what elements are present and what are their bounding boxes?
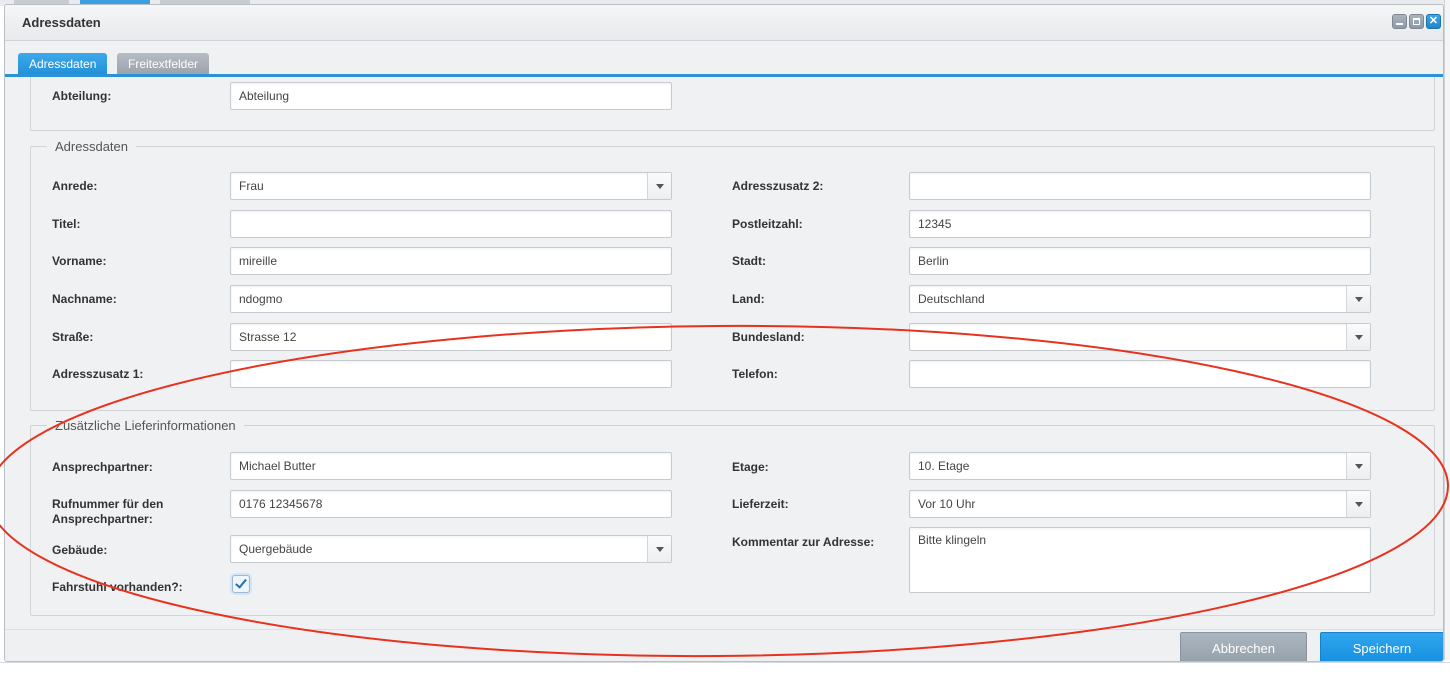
- form-content[interactable]: Abteilung: Abteilung Adressdaten Anrede:…: [5, 77, 1443, 629]
- background-app-edge: [1444, 0, 1450, 660]
- label-lieferzeit: Lieferzeit:: [732, 497, 789, 511]
- gebaeude-select[interactable]: Quergebäude: [230, 535, 672, 563]
- dialog-footer: Abbrechen Speichern: [5, 629, 1443, 661]
- nachname-input[interactable]: ndogmo: [230, 285, 672, 313]
- cancel-button[interactable]: Abbrechen: [1180, 632, 1307, 661]
- label-adresszusatz-1: Adresszusatz 1:: [52, 367, 144, 381]
- close-icon[interactable]: ✕: [1426, 14, 1441, 29]
- dialog-titlebar[interactable]: Adressdaten ✕: [5, 5, 1443, 41]
- label-telefon: Telefon:: [732, 367, 778, 381]
- label-kommentar: Kommentar zur Adresse:: [732, 535, 875, 549]
- stadt-input[interactable]: Berlin: [909, 247, 1371, 275]
- rufnummer-input[interactable]: 0176 12345678: [230, 490, 672, 518]
- label-anrede: Anrede:: [52, 179, 98, 193]
- kommentar-textarea[interactable]: Bitte klingeln: [909, 527, 1371, 593]
- label-strasse: Straße:: [52, 330, 94, 344]
- anrede-select[interactable]: Frau: [230, 172, 672, 200]
- strasse-input[interactable]: Strasse 12: [230, 323, 672, 351]
- tab-adressdaten[interactable]: Adressdaten: [18, 53, 108, 75]
- dialog-title: Adressdaten: [22, 15, 101, 30]
- label-rufnummer-line2: Ansprechpartner:: [52, 512, 153, 526]
- chevron-down-icon[interactable]: [647, 536, 671, 562]
- gebaeude-value: Quergebäude: [239, 542, 313, 556]
- label-rufnummer: Rufnummer für den Ansprechpartner:: [52, 497, 163, 527]
- titel-input[interactable]: [230, 210, 672, 238]
- tab-freitextfelder[interactable]: Freitextfelder: [117, 53, 210, 75]
- minimize-icon[interactable]: [1392, 14, 1407, 29]
- maximize-icon[interactable]: [1409, 14, 1424, 29]
- chevron-down-icon[interactable]: [1346, 324, 1370, 350]
- label-postleitzahl: Postleitzahl:: [732, 217, 803, 231]
- label-titel: Titel:: [52, 217, 81, 231]
- abteilung-input[interactable]: Abteilung: [230, 82, 672, 110]
- land-value: Deutschland: [918, 292, 985, 306]
- chevron-down-icon[interactable]: [1346, 286, 1370, 312]
- save-button[interactable]: Speichern: [1320, 632, 1443, 661]
- fieldset-lieferinformationen-legend: Zusätzliche Lieferinformationen: [55, 418, 236, 433]
- ansprechpartner-input[interactable]: Michael Butter: [230, 452, 672, 480]
- label-abteilung: Abteilung:: [52, 89, 112, 103]
- bundesland-select[interactable]: [909, 323, 1371, 351]
- label-rufnummer-line1: Rufnummer für den: [52, 497, 164, 511]
- window-controls: ✕: [1392, 14, 1441, 29]
- fieldset-adressdaten-legend: Adressdaten: [55, 139, 128, 154]
- vorname-input[interactable]: mireille: [230, 247, 672, 275]
- land-select[interactable]: Deutschland: [909, 285, 1371, 313]
- label-land: Land:: [732, 292, 765, 306]
- label-bundesland: Bundesland:: [732, 330, 805, 344]
- label-nachname: Nachname:: [52, 292, 117, 306]
- lieferzeit-value: Vor 10 Uhr: [918, 497, 976, 511]
- fahrstuhl-checkbox[interactable]: [232, 575, 250, 593]
- label-stadt: Stadt:: [732, 254, 766, 268]
- postleitzahl-input[interactable]: 12345: [909, 210, 1371, 238]
- background-app-area: [0, 662, 1450, 694]
- label-etage: Etage:: [732, 460, 769, 474]
- adresszusatz-1-input[interactable]: [230, 360, 672, 388]
- lieferzeit-select[interactable]: Vor 10 Uhr: [909, 490, 1371, 518]
- chevron-down-icon[interactable]: [1346, 453, 1370, 479]
- anrede-value: Frau: [239, 179, 264, 193]
- adresszusatz-2-input[interactable]: [909, 172, 1371, 200]
- address-dialog: Adressdaten ✕ Adressdaten Freitextfelder…: [4, 4, 1444, 662]
- label-fahrstuhl: Fahrstuhl vorhanden?:: [52, 580, 183, 594]
- telefon-input[interactable]: [909, 360, 1371, 388]
- etage-select[interactable]: 10. Etage: [909, 452, 1371, 480]
- etage-value: 10. Etage: [918, 459, 970, 473]
- label-gebaeude: Gebäude:: [52, 543, 108, 557]
- label-ansprechpartner: Ansprechpartner:: [52, 460, 153, 474]
- chevron-down-icon[interactable]: [647, 173, 671, 199]
- label-vorname: Vorname:: [52, 254, 107, 268]
- label-adresszusatz-2: Adresszusatz 2:: [732, 179, 824, 193]
- chevron-down-icon[interactable]: [1346, 491, 1370, 517]
- tab-strip: Adressdaten Freitextfelder: [5, 41, 1443, 75]
